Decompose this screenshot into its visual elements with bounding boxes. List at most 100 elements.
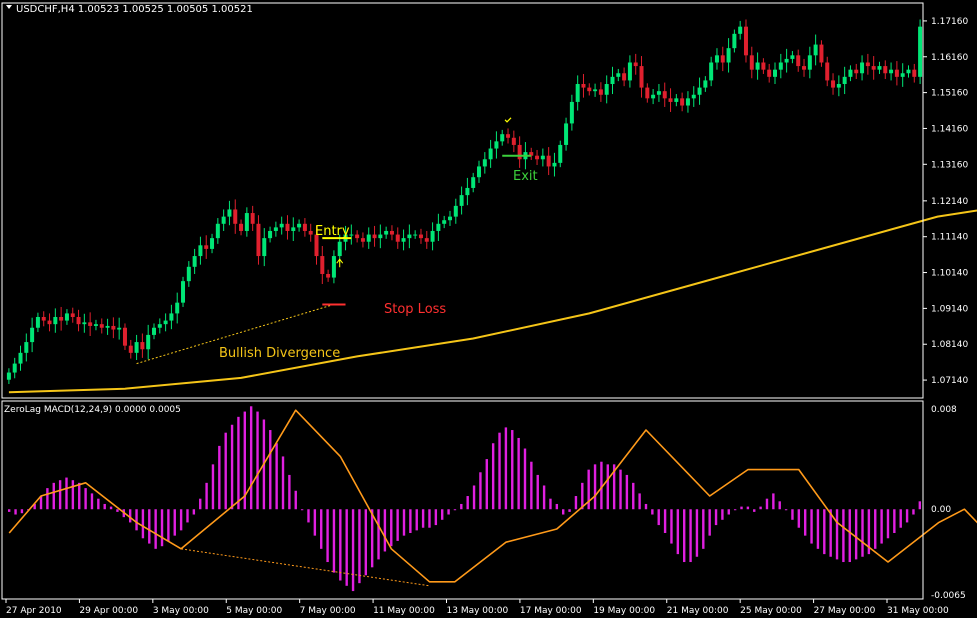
candle-body	[720, 55, 725, 63]
time-tick-label: 17 May 00:00	[520, 606, 582, 616]
candle-body	[459, 195, 464, 206]
time-tick-label: 19 May 00:00	[593, 606, 655, 616]
candle-body	[860, 62, 865, 74]
macd-histogram-bar	[587, 469, 590, 510]
candle-body	[302, 223, 307, 231]
candle-body	[389, 230, 394, 235]
macd-histogram-bar	[192, 509, 196, 515]
macd-histogram-bar	[542, 485, 546, 510]
candle-body	[558, 144, 563, 163]
macd-histogram-bar	[90, 493, 94, 510]
candle-body	[64, 313, 69, 321]
candle-body	[407, 234, 412, 239]
candle-body	[488, 148, 493, 160]
candle-body	[151, 327, 156, 335]
indicator-header: ZeroLag MACD(12,24,9) 0.0000 0.0005	[4, 405, 181, 415]
macd-histogram-bar	[638, 493, 641, 510]
macd-histogram-bar	[670, 509, 673, 544]
macd-histogram-bar	[632, 482, 635, 510]
macd-histogram-bar	[97, 498, 100, 510]
candle-body	[30, 327, 35, 343]
symbol-header: USDCHF,H4 1.00523 1.00525 1.00505 1.0052…	[16, 4, 253, 15]
time-tick-label: 13 May 00:00	[447, 606, 509, 616]
candle-body	[871, 66, 876, 70]
macd-histogram-bar	[472, 485, 476, 510]
candle-body	[674, 98, 679, 102]
macd-group	[7, 406, 977, 592]
candle-body	[697, 87, 702, 95]
macd-histogram-bar	[294, 490, 297, 510]
stop-loss-label: Stop Loss	[384, 302, 446, 317]
candle-body	[564, 123, 569, 145]
macd-histogram-bar	[899, 509, 902, 528]
candle-body	[186, 266, 191, 282]
macd-histogram-bar	[530, 461, 533, 510]
macd-histogram-bar	[714, 509, 718, 526]
candle-body	[662, 91, 667, 99]
candle-body	[244, 213, 249, 231]
macd-histogram-bar	[880, 509, 883, 544]
candle-body	[372, 234, 377, 239]
macd-histogram-bar	[46, 488, 49, 510]
candle-body	[465, 187, 470, 196]
price-tick-label: 1.09140	[931, 304, 968, 314]
candle-body	[802, 66, 807, 70]
macd-histogram-bar	[479, 472, 482, 510]
candle-body	[790, 55, 795, 59]
candle-body	[854, 69, 859, 74]
macd-histogram-bar	[778, 501, 781, 510]
macd-histogram-bar	[568, 509, 571, 512]
time-tick-label: 27 May 00:00	[814, 606, 876, 616]
candle-body	[256, 223, 261, 257]
macd-histogram-bar	[549, 498, 552, 510]
candle-body	[360, 238, 365, 242]
candle-body	[239, 223, 244, 231]
macd-histogram-bar	[148, 509, 151, 544]
candle-body	[918, 26, 923, 77]
macd-histogram-bar	[702, 509, 705, 549]
macd-divergence-line	[181, 548, 430, 587]
candle-body	[250, 213, 255, 224]
macd-histogram-bar	[288, 474, 291, 510]
candle-body	[906, 69, 911, 74]
candle-body	[477, 166, 482, 178]
macd-histogram-bar	[816, 509, 820, 549]
macd-histogram-bar	[619, 469, 622, 510]
macd-histogram-bar	[562, 509, 565, 515]
macd-histogram-bar	[434, 509, 438, 526]
macd-histogram-bar	[803, 509, 807, 536]
macd-histogram-bar	[116, 509, 119, 512]
macd-histogram-bar	[842, 509, 845, 563]
candle-body	[633, 62, 638, 67]
candle-body	[111, 325, 116, 330]
candle-body	[395, 234, 400, 242]
macd-histogram-bar	[84, 488, 87, 510]
macd-histogram-bar	[504, 427, 508, 510]
candle-body	[53, 316, 58, 325]
macd-histogram-bar	[421, 509, 425, 528]
macd-histogram-bar	[765, 498, 769, 510]
candle-body	[604, 84, 609, 95]
candle-body	[285, 223, 290, 231]
price-candles	[6, 19, 923, 385]
macd-histogram-bar	[256, 411, 259, 510]
time-tick-label: 5 May 00:00	[226, 606, 282, 616]
trading-chart[interactable]: 1.17160 1.16160 1.15160 1.14160 1.13160 1.121…	[0, 0, 977, 618]
candle-body	[831, 80, 836, 88]
price-tick-label: 1.11140	[931, 233, 968, 243]
candle-body	[848, 69, 853, 77]
macd-histogram-bar	[676, 509, 680, 555]
macd-histogram-bar	[402, 509, 406, 536]
macd-histogram-bar	[740, 506, 743, 510]
candle-body	[889, 69, 894, 74]
macd-histogram-bar	[281, 456, 285, 510]
candle-body	[622, 73, 627, 81]
macd-histogram-bar	[14, 509, 17, 515]
candle-body	[447, 216, 452, 221]
macd-histogram-bar	[447, 509, 450, 515]
macd-histogram-bar	[498, 432, 501, 510]
macd-histogram-bar	[269, 430, 272, 510]
candle-body	[453, 205, 458, 217]
price-tick-label: 1.10140	[931, 269, 968, 279]
macd-histogram-bar	[644, 503, 648, 510]
